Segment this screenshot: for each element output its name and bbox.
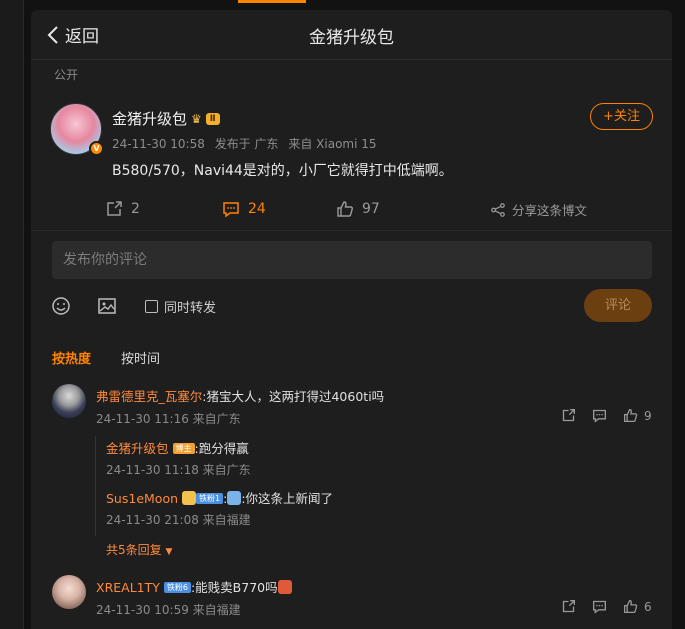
active-tab-indicator	[238, 0, 306, 3]
composer-tools: 同时转发	[51, 296, 216, 316]
comment-content: XREAL1TY 铁粉6:能贱卖B770吗	[96, 577, 292, 596]
post-device: 来自 Xiaomi 15	[288, 137, 377, 151]
left-sidebar-edge	[0, 0, 24, 629]
comment-like-count: 6	[644, 599, 652, 614]
sort-by-hot[interactable]: 按热度	[52, 348, 91, 367]
post-location: 发布于 广东	[214, 137, 279, 151]
verified-badge: V	[89, 141, 104, 156]
comment-meta: 24-11-30 11:16 来自广东	[96, 412, 241, 426]
visibility-label: 公开	[54, 68, 79, 82]
repost-icon	[107, 201, 122, 216]
post-text: B580/570，Navi44是对的，小厂它就得打中低端啊。	[112, 163, 453, 179]
comment-item: 弗雷德里克_瓦塞尔:猪宝大人，这两打得过4060ti吗 24-11-30 11:…	[31, 384, 672, 564]
post-actions: 2 24 97 分享这条博文	[31, 200, 672, 220]
follow-button[interactable]: +关注	[590, 103, 653, 130]
comment-input[interactable]	[52, 241, 652, 279]
fan-tag: 铁粉6	[163, 582, 191, 593]
crown-icon: ♛	[191, 111, 202, 126]
reply-item: Sus1eMoon 铁粉1::你这条上新闻了 24-11-30 21:08 来自…	[96, 486, 655, 536]
reply-content: 金猪升级包 博主:跑分得赢	[106, 438, 249, 457]
comment-section: 同时转发 评论 按热度 按时间 弗雷德里克_瓦塞尔:猪宝大人，这两打得过4060…	[31, 230, 672, 620]
repost-button[interactable]: 2	[105, 200, 140, 218]
sort-by-time[interactable]: 按时间	[121, 348, 160, 367]
share-label: 分享这条博文	[512, 203, 588, 218]
comment-content: 弗雷德里克_瓦塞尔:猪宝大人，这两打得过4060ti吗	[96, 386, 384, 405]
thumbs-up-icon	[337, 201, 353, 217]
post-meta: 24-11-30 10:58 发布于 广东 来自 Xiaomi 15	[112, 135, 383, 152]
comment-text: :能贱卖B770吗	[190, 580, 278, 595]
share-icon	[491, 202, 505, 217]
comment-count: 24	[248, 201, 266, 217]
caret-down-icon: ▼	[165, 547, 173, 557]
repost-toggle[interactable]: 同时转发	[145, 297, 216, 316]
crab-emoji-icon	[277, 580, 292, 594]
reply-icon[interactable]	[592, 599, 607, 614]
like-count: 97	[362, 201, 380, 217]
submit-comment-button[interactable]: 评论	[584, 289, 652, 322]
reply-meta: 24-11-30 11:18 来自广东	[106, 463, 251, 477]
comment-item: XREAL1TY 铁粉6:能贱卖B770吗 24-11-30 10:59 来自福…	[31, 575, 672, 621]
repost-icon[interactable]	[561, 408, 576, 423]
reply-username[interactable]: 金猪升级包	[106, 441, 169, 456]
comment-username[interactable]: 弗雷德里克_瓦塞尔	[96, 389, 202, 404]
reply-username[interactable]: Sus1eMoon	[106, 491, 178, 506]
author-avatar[interactable]: V	[50, 103, 104, 156]
repost-icon[interactable]	[561, 599, 576, 614]
comment-avatar[interactable]	[52, 575, 86, 609]
reply-content: Sus1eMoon 铁粉1::你这条上新闻了	[106, 491, 334, 506]
reply-text: :你这条上新闻了	[241, 491, 334, 506]
comment-like-button[interactable]: 9	[623, 408, 652, 423]
comment-button[interactable]: 24	[222, 200, 266, 218]
repost-checkbox[interactable]	[145, 299, 158, 313]
post-time[interactable]: 24-11-30 10:58	[112, 137, 205, 151]
reply-icon[interactable]	[592, 408, 607, 423]
post-detail-panel: 返回 金猪升级包 公开 V 金猪升级包 ♛ Ⅱ 24-11-30 10:58 发…	[31, 10, 672, 629]
page-title: 金猪升级包	[309, 28, 394, 48]
author-tag: 博主	[172, 443, 195, 454]
more-replies-label: 共5条回复	[106, 543, 162, 557]
comment-like-count: 9	[644, 408, 652, 423]
comment-actions: 6	[561, 599, 652, 614]
emoji-icon[interactable]	[51, 296, 71, 316]
detail-header: 返回 金猪升级包	[31, 10, 672, 60]
thumbs-up-icon	[624, 409, 638, 422]
level-badge: Ⅱ	[205, 112, 220, 125]
reply-item: 金猪升级包 博主:跑分得赢 24-11-30 11:18 来自广东	[96, 436, 655, 486]
author-name-row: 金猪升级包 ♛ Ⅱ	[112, 108, 220, 129]
fan-crown-icon	[182, 491, 196, 505]
thumbs-up-icon	[624, 600, 638, 613]
repost-count: 2	[131, 201, 140, 217]
comment-text: :猪宝大人，这两打得过4060ti吗	[202, 389, 385, 404]
reply-list: 金猪升级包 博主:跑分得赢 24-11-30 11:18 来自广东 Sus1eM…	[95, 436, 655, 557]
comment-meta: 24-11-30 10:59 来自福建	[96, 603, 241, 617]
reply-text: :跑分得赢	[194, 441, 249, 456]
image-icon[interactable]	[97, 296, 117, 316]
comment-avatar[interactable]	[52, 384, 86, 418]
comment-username[interactable]: XREAL1TY	[96, 580, 160, 595]
comment-sort: 按热度 按时间	[52, 348, 160, 367]
comment-like-button[interactable]: 6	[623, 599, 652, 614]
share-button[interactable]: 分享这条博文	[490, 200, 587, 219]
more-replies-link[interactable]: 共5条回复 ▼	[106, 541, 172, 558]
comment-actions: 9	[561, 408, 652, 423]
reply-meta: 24-11-30 21:08 来自福建	[106, 513, 251, 527]
like-button[interactable]: 97	[336, 200, 380, 218]
author-name[interactable]: 金猪升级包	[112, 108, 187, 129]
rocket-emoji-icon	[227, 491, 242, 505]
repost-toggle-label: 同时转发	[164, 300, 217, 316]
fan-tag: 铁粉1	[196, 493, 224, 504]
comment-icon	[223, 202, 239, 218]
